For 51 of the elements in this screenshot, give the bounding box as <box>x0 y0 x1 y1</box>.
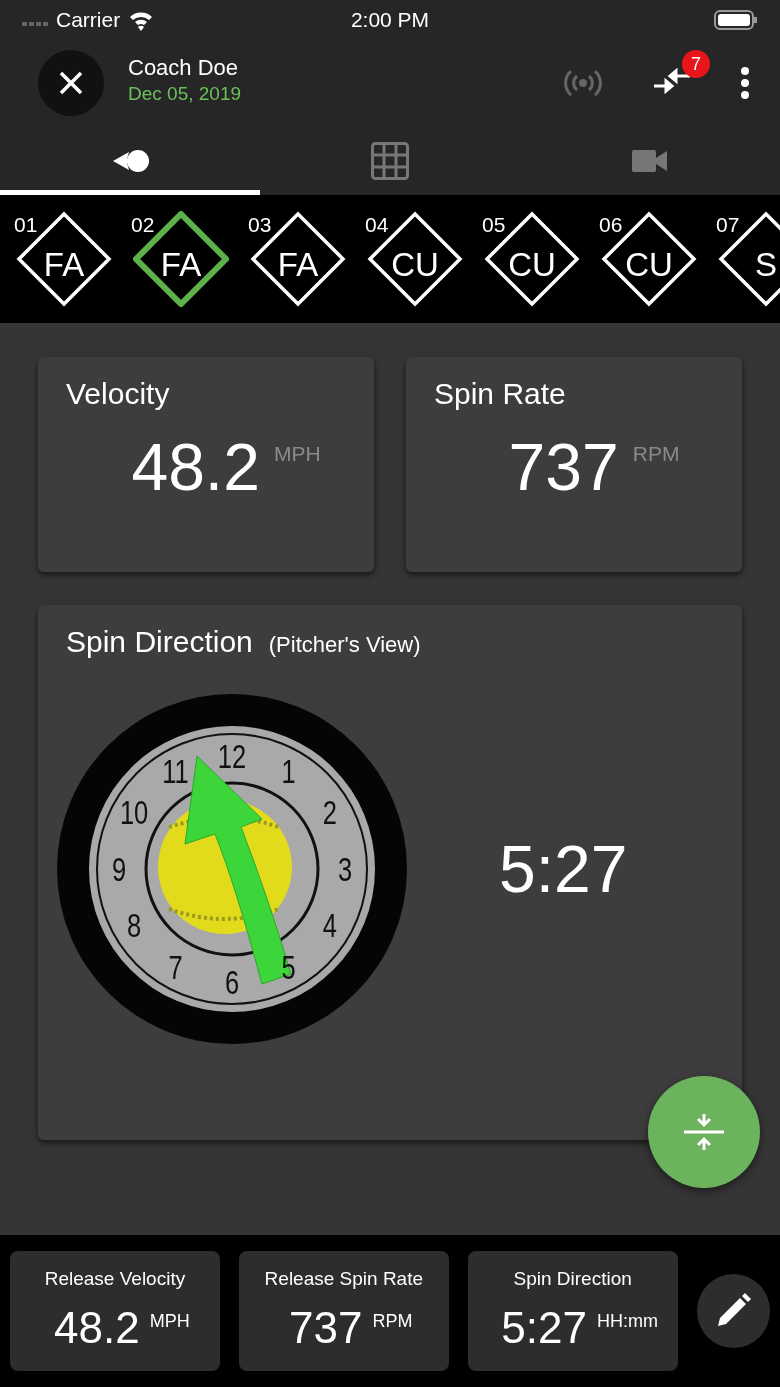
metric-value: 48.2 <box>131 434 260 500</box>
metric-title: Spin Rate <box>433 376 567 412</box>
coach-name: Coach Doe <box>128 56 240 81</box>
more-button[interactable] <box>740 65 750 100</box>
clock-number: 2 <box>322 793 337 832</box>
session-date: Dec 05, 2019 <box>128 82 242 107</box>
close-icon <box>58 69 84 96</box>
card-title: Spin Direction <box>66 624 253 660</box>
pitch-tile[interactable]: 07 S <box>716 195 780 323</box>
video-camera-icon <box>632 148 668 174</box>
clock-number: 10 <box>119 793 149 832</box>
grid-icon <box>371 142 409 180</box>
release-value: 737 <box>289 1305 363 1350</box>
spin-direction-value: 5:27 <box>499 830 628 908</box>
pitch-tile[interactable]: 03 FA <box>248 195 365 323</box>
unit-label: HH:mm <box>597 1309 658 1333</box>
release-label: Spin Direction <box>512 1267 633 1291</box>
view-note: (Pitcher's View) <box>268 631 421 659</box>
carrier-name: Carrier <box>56 7 121 34</box>
clock-number: 3 <box>337 850 353 888</box>
collapse-icon <box>684 1112 724 1152</box>
release-label: Release Velocity <box>43 1267 187 1291</box>
metric-value: 737 <box>508 434 619 500</box>
clock-number: 7 <box>168 948 183 986</box>
clock-number: 4 <box>322 906 337 945</box>
pitch-tile[interactable]: 02 FA <box>131 195 248 323</box>
release-label: Release Spin Rate <box>263 1267 425 1291</box>
metric-title: Velocity <box>65 376 171 412</box>
clock-number: 8 <box>127 906 142 945</box>
pencil-icon <box>715 1293 752 1329</box>
clock-number: 6 <box>224 963 240 1001</box>
notification-badge: 7 <box>682 50 710 78</box>
unit-label: RPM <box>632 441 680 467</box>
unit-label: MPH <box>273 441 321 467</box>
pitch-tile[interactable]: 05 CU <box>482 195 599 323</box>
battery-icon <box>714 10 758 30</box>
unit-label: RPM <box>372 1309 413 1333</box>
pitch-tile[interactable]: 01 FA <box>14 195 131 323</box>
clock-number: 9 <box>111 850 127 888</box>
pitch-tile[interactable]: 04 CU <box>365 195 482 323</box>
clock-number: 1 <box>281 752 296 790</box>
pitch-tile[interactable]: 06 CU <box>599 195 716 323</box>
status-time: 2:00 PM <box>350 8 430 32</box>
clock-number: 11 <box>162 752 189 790</box>
pitched-ball-icon <box>111 148 149 174</box>
more-icon <box>740 65 750 100</box>
release-value: 48.2 <box>54 1305 140 1350</box>
clock-number: 12 <box>217 737 247 775</box>
signal-icon <box>22 22 48 26</box>
unit-label: MPH <box>149 1309 190 1333</box>
release-value: 5:27 <box>501 1305 587 1350</box>
